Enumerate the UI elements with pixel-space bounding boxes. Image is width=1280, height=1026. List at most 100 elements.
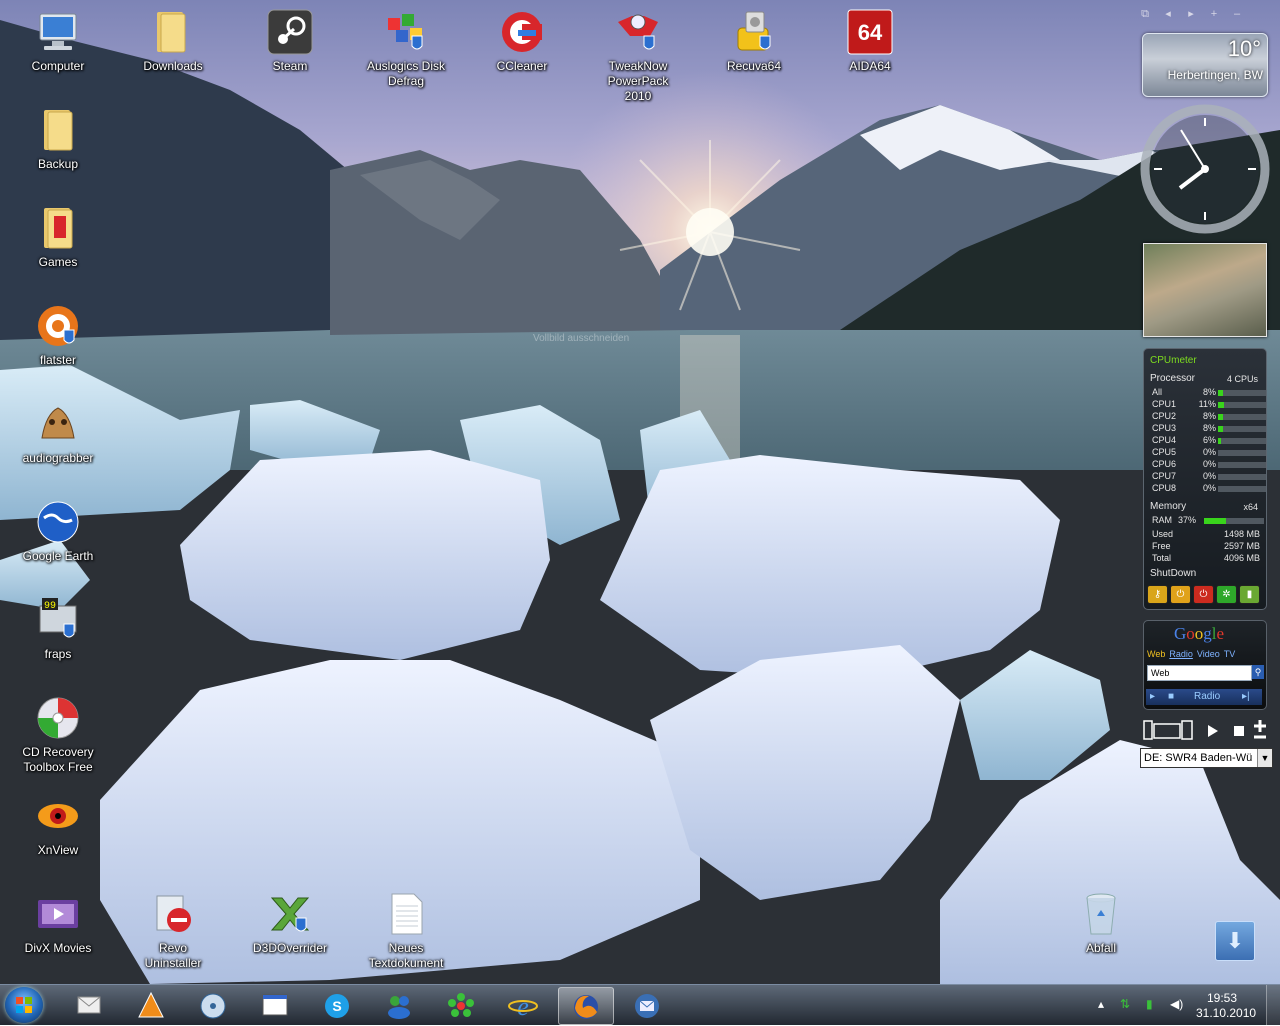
- svg-text:e: e: [517, 992, 529, 1019]
- desktop-icon-fraps[interactable]: 99 fraps: [16, 596, 100, 662]
- revo-uninstaller-icon: [149, 890, 197, 938]
- desktop-icon-games[interactable]: Games: [16, 204, 100, 270]
- taskbar-mail[interactable]: [62, 987, 116, 1023]
- taskbar-icq[interactable]: [434, 987, 488, 1023]
- gadget-next-icon[interactable]: ▸: [1184, 7, 1198, 21]
- sleep-button[interactable]: ⏻: [1170, 585, 1191, 604]
- desktop-icon-text-document[interactable]: Neues Textdokument: [364, 890, 448, 971]
- weather-temperature: 10°: [1227, 36, 1261, 61]
- minimize-gadgets-icon[interactable]: –: [1230, 7, 1244, 21]
- cpumeter-title: CPUmeter: [1150, 355, 1197, 366]
- cpu-bar-fill: [1218, 438, 1222, 444]
- desktop-icon-flatster[interactable]: flatster: [16, 302, 100, 368]
- chevron-down-icon[interactable]: ▼: [1257, 749, 1272, 767]
- weather-gadget[interactable]: 10° Herbertingen, BW: [1142, 33, 1268, 97]
- processor-label: Processor: [1150, 373, 1196, 384]
- taskbar-messenger[interactable]: [372, 987, 426, 1023]
- shutdown-button[interactable]: ⏻: [1193, 585, 1214, 604]
- tab-tv[interactable]: TV: [1224, 649, 1236, 659]
- svg-text:99: 99: [44, 601, 56, 612]
- desktop-icon-d3doverrider[interactable]: D3DOverrider: [248, 890, 332, 956]
- tab-web[interactable]: Web: [1147, 649, 1165, 659]
- desktop-icon-revo[interactable]: Revo Uninstaller: [131, 890, 215, 971]
- folder-icon: [149, 8, 197, 56]
- radio-controls: [1142, 719, 1272, 741]
- restart-button[interactable]: ✲: [1216, 585, 1237, 604]
- firefox-icon: [574, 995, 598, 1019]
- cpu-row: CPU6 0%: [1152, 459, 1266, 471]
- desktop-icon-tweaknow[interactable]: TweakNow PowerPack 2010: [596, 8, 680, 104]
- desktop-icon-downloads[interactable]: Downloads: [131, 8, 215, 74]
- taskbar-firefox[interactable]: [558, 987, 614, 1025]
- games-folder-icon: [34, 204, 82, 252]
- desktop-icon-cd-recovery[interactable]: CD Recovery Toolbox Free: [16, 694, 100, 775]
- google-search-input[interactable]: Web: [1147, 665, 1252, 681]
- desktop-icon-auslogics-defrag[interactable]: Auslogics Disk Defrag: [364, 8, 448, 89]
- google-logo: Google: [1174, 624, 1225, 643]
- gadget-prev-icon[interactable]: ◂: [1161, 7, 1175, 21]
- radio-station-select[interactable]: DE: SWR4 Baden-Wü ▼: [1140, 748, 1273, 768]
- taskbar-window[interactable]: [248, 987, 302, 1023]
- cd-burner-icon: [200, 993, 226, 1019]
- wallpaper-hint: Vollbild ausschneiden: [533, 333, 630, 344]
- tweaknow-icon: [614, 8, 662, 56]
- add-gadget-icon[interactable]: +: [1207, 7, 1221, 21]
- play-icon[interactable]: ▸: [1150, 691, 1155, 702]
- desktop-icon-audiograbber[interactable]: audiograbber: [16, 400, 100, 466]
- desktop-icon-ccleaner[interactable]: CCleaner: [480, 8, 564, 74]
- show-hidden-icons-icon[interactable]: ▴: [1098, 997, 1104, 1011]
- download-arrow-icon[interactable]: ⬇: [1215, 921, 1255, 961]
- cpu-bar: [1218, 450, 1266, 456]
- search-icon[interactable]: ⚲: [1252, 665, 1264, 679]
- desktop-icon-recuva[interactable]: Recuva64: [712, 8, 796, 74]
- clock-gadget[interactable]: [1140, 104, 1270, 234]
- desktop-icon-google-earth[interactable]: Google Earth: [16, 498, 100, 564]
- taskbar-cd-burner[interactable]: [186, 987, 240, 1023]
- recycle-bin-icon: [1077, 890, 1125, 938]
- cpu-bar-fill: [1218, 414, 1223, 420]
- taskbar-clock[interactable]: 19:53 31.10.2010: [1196, 991, 1256, 1021]
- mail-icon: [77, 996, 101, 1014]
- cd-recovery-icon: [34, 694, 82, 742]
- vlc-icon: [138, 991, 164, 1018]
- ram-row: RAM 37%: [1152, 515, 1264, 527]
- start-button[interactable]: [5, 987, 43, 1023]
- next-icon[interactable]: ▸|: [1242, 691, 1250, 702]
- internet-explorer-icon: e: [508, 992, 538, 1019]
- network-status-icon[interactable]: ⇅: [1120, 997, 1130, 1011]
- radio-label: Radio: [1194, 691, 1221, 702]
- slideshow-gadget[interactable]: [1143, 243, 1267, 337]
- taskbar-time: 19:53: [1206, 991, 1238, 1005]
- logoff-button[interactable]: ▮: [1239, 585, 1260, 604]
- thunderbird-icon: [635, 994, 659, 1018]
- gadget-dock-icon[interactable]: ⧉: [1138, 7, 1152, 21]
- volume-icon[interactable]: ◀): [1170, 997, 1183, 1011]
- cpu-row: CPU8 0%: [1152, 483, 1266, 495]
- cpu-bar: [1218, 474, 1266, 480]
- desktop-icon-recycle-bin[interactable]: Abfall: [1059, 890, 1143, 956]
- icq-icon: [448, 993, 474, 1017]
- desktop-icon-aida64[interactable]: 64 AIDA64: [828, 8, 912, 74]
- xnview-icon: [34, 792, 82, 840]
- desktop-icon-steam[interactable]: Steam: [248, 8, 332, 74]
- desktop-icon-backup[interactable]: Backup: [16, 106, 100, 172]
- taskbar-skype[interactable]: S: [310, 987, 364, 1023]
- taskbar-thunderbird[interactable]: [620, 987, 674, 1023]
- desktop-icon-computer[interactable]: Computer: [16, 8, 100, 74]
- d3doverrider-icon: [266, 890, 314, 938]
- gadget-toolbar: ⧉ ◂ ▸ + –: [1138, 6, 1278, 26]
- stop-icon[interactable]: ■: [1168, 691, 1174, 702]
- cpu-count: 4 CPUs: [1226, 374, 1258, 384]
- desktop-icon-divx[interactable]: DivX Movies: [16, 890, 100, 956]
- desktop-icon-xnview[interactable]: XnView: [16, 792, 100, 858]
- taskbar-vlc[interactable]: [124, 987, 178, 1023]
- tab-radio[interactable]: Radio: [1169, 649, 1193, 659]
- tab-video[interactable]: Video: [1197, 649, 1220, 659]
- cpu-bar-fill: [1218, 390, 1223, 396]
- cpu-row: CPU3 8%: [1152, 423, 1266, 435]
- taskbar-internet-explorer[interactable]: e: [496, 987, 550, 1023]
- show-desktop-button[interactable]: [1266, 985, 1280, 1025]
- computer-icon: [34, 8, 82, 56]
- signal-icon[interactable]: ▮: [1146, 997, 1153, 1011]
- lock-button[interactable]: ⚷: [1147, 585, 1168, 604]
